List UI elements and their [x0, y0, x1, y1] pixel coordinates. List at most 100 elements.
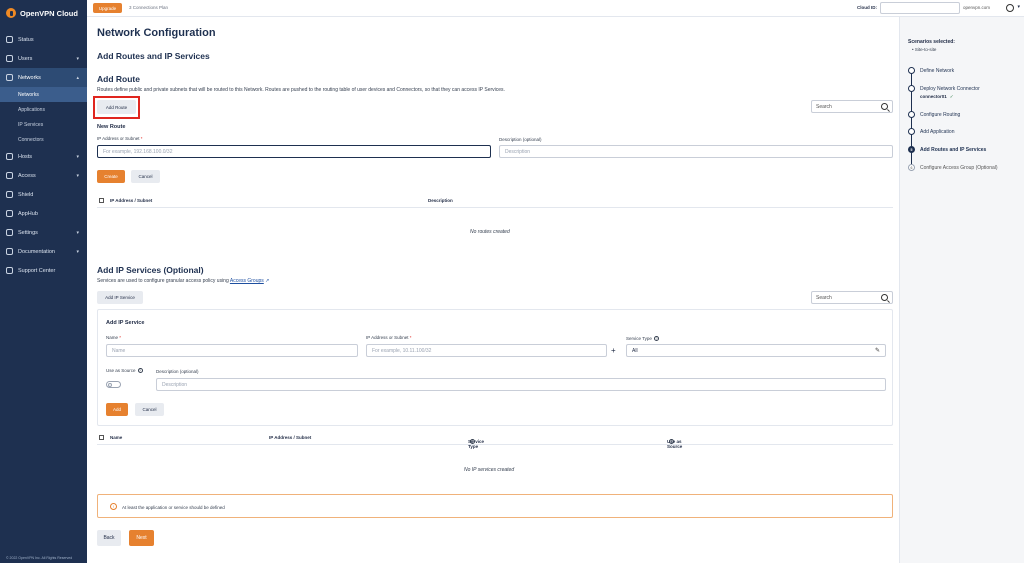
create-route-button[interactable]: Create: [97, 170, 125, 183]
required-icon: *: [409, 335, 412, 340]
service-type-value: All: [632, 347, 638, 354]
sidebar-item-support-center[interactable]: Support Center: [0, 261, 87, 280]
edit-icon[interactable]: ✎: [875, 347, 880, 354]
step-configure-access-group[interactable]: 6 Configure Access Group (Optional): [908, 164, 998, 171]
add-ip-plus-icon[interactable]: +: [611, 346, 616, 355]
cancel-ip-service-button[interactable]: Cancel: [135, 403, 164, 416]
service-type-label: Service Type?: [626, 336, 659, 342]
sidebar-item-label: Settings: [18, 229, 38, 236]
search-icon[interactable]: [881, 103, 888, 110]
step-add-routes[interactable]: 5 Add Routes and IP Services: [908, 146, 986, 153]
search-icon[interactable]: [881, 294, 888, 301]
topbar: Upgrade 3 Connections Plan Cloud ID: ope…: [87, 0, 1024, 17]
sidebar-item-shield[interactable]: Shield: [0, 185, 87, 204]
step-deploy-connector[interactable]: Deploy Network Connector: [908, 85, 980, 92]
logo[interactable]: OpenVPN Cloud: [0, 0, 87, 26]
step-current-icon: 5: [908, 146, 915, 153]
settings-icon: [6, 229, 13, 236]
ip-service-search-input[interactable]: Search: [811, 291, 893, 304]
add-route-button[interactable]: Add Route: [97, 100, 136, 114]
support-icon: [6, 267, 13, 274]
use-as-source-label: Use as Source?: [106, 368, 143, 374]
sidebar-item-label: Access: [18, 172, 36, 179]
upgrade-button[interactable]: Upgrade: [93, 3, 122, 13]
sidebar-item-label: Networks: [18, 74, 41, 81]
sidebar-subitem-networks[interactable]: Networks: [0, 87, 87, 102]
service-name-label: Name *: [106, 335, 121, 340]
step-label: Configure Routing: [920, 111, 961, 118]
step-configure-routing[interactable]: Configure Routing: [908, 111, 960, 118]
step-label: Add Routes and IP Services: [920, 146, 987, 153]
sidebar-item-apphub[interactable]: AppHub: [0, 204, 87, 223]
sidebar-item-users[interactable]: Users ▾: [0, 49, 87, 68]
networks-icon: [6, 74, 13, 81]
sidebar-item-access[interactable]: Access ▾: [0, 166, 87, 185]
user-icon[interactable]: [1006, 4, 1014, 12]
cloud-id-input[interactable]: [880, 2, 960, 14]
label-text: IP Address or Subnet: [97, 136, 140, 141]
add-ip-service-submit[interactable]: Add: [106, 403, 128, 416]
sidebar-item-label: AppHub: [18, 210, 38, 217]
sidebar-nav: Status Users ▾ Networks ▴ Networks Applica…: [0, 30, 87, 280]
service-ip-input[interactable]: For example, 10.11.100/32: [366, 344, 607, 357]
sidebar-item-label: Status: [18, 36, 34, 43]
help-icon[interactable]: ?: [669, 439, 674, 444]
cancel-route-button[interactable]: Cancel: [131, 170, 160, 183]
sidebar-item-settings[interactable]: Settings ▾: [0, 223, 87, 242]
help-icon[interactable]: ?: [653, 336, 659, 342]
select-all-checkbox[interactable]: [99, 198, 104, 203]
sidebar-subitem-applications[interactable]: Applications: [0, 102, 87, 117]
use-as-source-toggle[interactable]: [106, 381, 121, 388]
scenarios-title: Scenarios selected:: [908, 39, 955, 45]
step-done-icon: [908, 67, 915, 74]
sidebar-subitem-connectors[interactable]: Connectors: [0, 132, 87, 147]
service-description-input[interactable]: Description: [156, 378, 886, 391]
cloud-id-label: Cloud ID:: [857, 5, 877, 10]
step-future-icon: 6: [908, 164, 915, 171]
openvpn-logo-icon: [6, 8, 16, 18]
step-label: Configure Access Group (Optional): [920, 164, 998, 171]
step-add-application[interactable]: Add Application: [908, 128, 954, 135]
back-button[interactable]: Back: [97, 530, 121, 546]
warning-icon: !: [110, 503, 117, 510]
access-groups-link[interactable]: Access Groups: [230, 278, 264, 284]
route-description-input[interactable]: Description: [499, 145, 893, 158]
sidebar-subitem-ip-services[interactable]: IP Services: [0, 117, 87, 132]
sidebar-item-label: Hosts: [18, 153, 33, 160]
step-define-network[interactable]: Define Network: [908, 67, 954, 74]
chevron-down-icon: ▾: [76, 249, 79, 255]
check-icon: ✓: [949, 94, 954, 99]
app-name: OpenVPN Cloud: [20, 8, 78, 18]
service-type-select[interactable]: All ✎: [626, 344, 886, 357]
route-search-input[interactable]: Search: [811, 100, 893, 113]
sidebar-item-networks[interactable]: Networks ▴: [0, 68, 87, 87]
scenarios-panel: Scenarios selected: • Site-to-site Defin…: [899, 17, 1024, 563]
required-icon: *: [119, 335, 122, 340]
service-name-input[interactable]: Name: [106, 344, 358, 357]
page-title: Network Configuration: [97, 27, 216, 39]
add-ip-service-button[interactable]: Add IP Service: [97, 291, 143, 304]
route-ip-input[interactable]: For example, 192.168.100.0/32: [97, 145, 491, 158]
sidebar: OpenVPN Cloud Status Users ▾ Networks ▴ Ne…: [0, 0, 87, 563]
help-icon[interactable]: ?: [137, 368, 143, 374]
chevron-down-icon[interactable]: ▾: [1017, 4, 1020, 10]
sidebar-item-label: Shield: [18, 191, 34, 198]
column-description: Description: [428, 198, 453, 203]
step-label: Deploy Network Connector: [920, 85, 980, 92]
help-icon[interactable]: ?: [470, 439, 475, 444]
scenario-item: • Site-to-site: [912, 47, 937, 52]
select-all-checkbox[interactable]: [99, 435, 104, 440]
sidebar-item-status[interactable]: Status: [0, 30, 87, 49]
hosts-icon: [6, 153, 13, 160]
access-icon: [6, 172, 13, 179]
sidebar-item-hosts[interactable]: Hosts ▾: [0, 147, 87, 166]
documentation-icon: [6, 248, 13, 255]
copyright: © 2022 OpenVPN Inc. All Rights Reserved: [6, 556, 73, 560]
chevron-down-icon: ▾: [76, 173, 79, 179]
sidebar-item-documentation[interactable]: Documentation ▾: [0, 242, 87, 261]
ip-services-empty-state: No IP services created: [464, 467, 515, 473]
label-text: Name: [106, 335, 119, 340]
next-button[interactable]: Next: [129, 530, 154, 546]
ip-services-table-header: Name IP Address / Subnet Service Type? U…: [97, 431, 893, 449]
chevron-up-icon: ▴: [76, 75, 79, 81]
